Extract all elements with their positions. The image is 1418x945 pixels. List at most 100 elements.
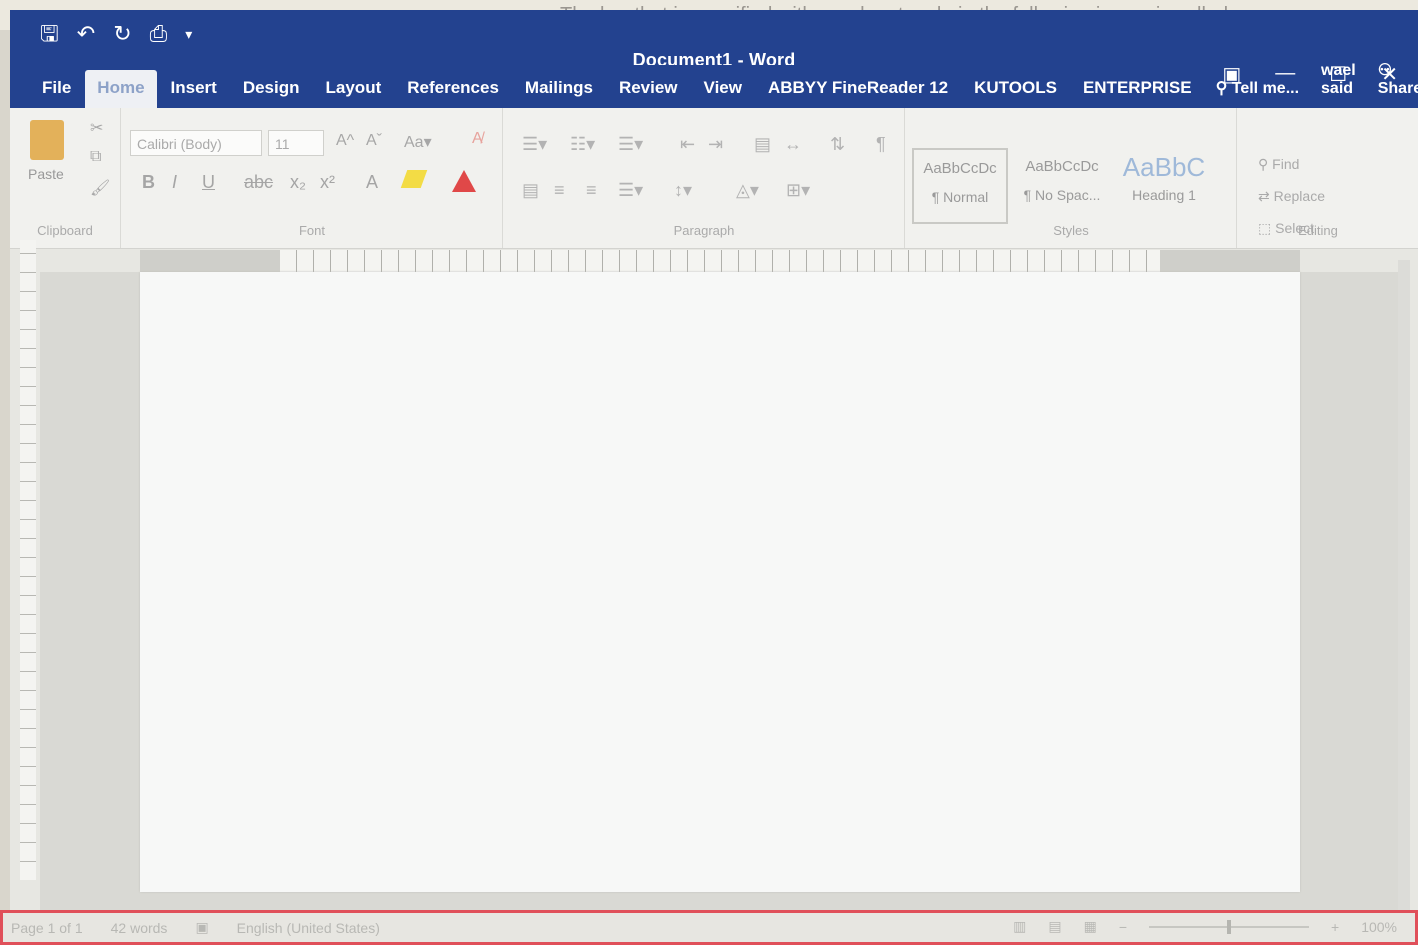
justify-icon[interactable]: ☰▾ — [618, 180, 643, 201]
document-canvas — [40, 272, 1410, 912]
highlighter-icon[interactable] — [400, 170, 428, 188]
zoom-level[interactable]: 100% — [1361, 919, 1397, 935]
ribbon-display-icon[interactable]: ▣ — [1222, 62, 1241, 87]
window-controls: ▣ — ☐ ✕ — [1222, 62, 1398, 87]
find-label: Find — [1272, 156, 1300, 172]
tab-view[interactable]: View — [692, 78, 754, 108]
cut-icon[interactable]: ✂ — [90, 118, 103, 138]
italic-icon[interactable]: I — [172, 172, 177, 193]
tab-layout[interactable]: Layout — [314, 78, 394, 108]
shading-icon[interactable]: ◬▾ — [736, 180, 759, 201]
styles-group: AaBbCcDc ¶ Normal AaBbCcDc ¶ No Spac... … — [906, 108, 1237, 248]
font-color-icon[interactable] — [452, 170, 476, 192]
find-button[interactable]: ⚲ Find — [1258, 156, 1299, 173]
tab-kutools[interactable]: KUTOOLS — [962, 78, 1069, 108]
zoom-slider[interactable] — [1149, 919, 1309, 934]
tab-insert[interactable]: Insert — [159, 78, 229, 108]
style-heading-1[interactable]: AaBbC Heading 1 — [1116, 148, 1212, 224]
horizontal-ruler[interactable] — [140, 250, 1300, 272]
status-left: Page 1 of 1 42 words ▣ English (United S… — [11, 919, 380, 936]
undo-icon[interactable]: ↶ — [77, 22, 95, 46]
style-no-spacing[interactable]: AaBbCcDc ¶ No Spac... — [1014, 148, 1110, 224]
tab-review[interactable]: Review — [607, 78, 690, 108]
customize-icon[interactable]: ▾ — [185, 22, 192, 46]
multilevel-list-icon[interactable]: ☰▾ — [618, 134, 643, 155]
increase-indent-icon[interactable]: ⇥ — [708, 134, 723, 155]
save-icon[interactable]: 🖫 — [40, 22, 59, 46]
tab-mailings[interactable]: Mailings — [513, 78, 605, 108]
format-painter-icon[interactable]: 🖌 — [90, 178, 110, 198]
vertical-ruler[interactable] — [20, 240, 36, 880]
web-layout-icon[interactable]: ▦ — [1084, 918, 1097, 935]
redo-icon[interactable]: ↻ — [113, 22, 131, 46]
print-layout-icon[interactable]: ▤ — [1048, 918, 1061, 935]
ruler-text-area — [280, 250, 1160, 272]
tab-design[interactable]: Design — [231, 78, 312, 108]
style-normal[interactable]: AaBbCcDc ¶ Normal — [912, 148, 1008, 224]
text-effects-icon[interactable]: A — [366, 172, 378, 193]
strikethrough-icon[interactable]: abc — [244, 172, 273, 193]
replace-icon: ⇄ — [1258, 188, 1274, 204]
tab-file[interactable]: File — [30, 78, 83, 108]
tab-home[interactable]: Home — [85, 70, 157, 108]
decrease-indent-icon[interactable]: ⇤ — [680, 134, 695, 155]
change-case-icon[interactable]: Aa▾ — [404, 132, 432, 152]
paste-label[interactable]: Paste — [28, 166, 64, 182]
word-window: 🖫 ↶ ↻ ⎙ ▾ Document1 - Word File Home Ins… — [10, 10, 1418, 945]
shrink-font-icon[interactable]: Aˇ — [366, 132, 382, 150]
font-group: Calibri (Body) 11 A^ Aˇ Aa▾ A̸ B I U abc… — [122, 108, 503, 248]
clipboard-group-label: Clipboard — [37, 223, 93, 238]
editing-group-label: Editing — [1298, 223, 1338, 238]
status-right: ▥ ▤ ▦ − + 100% — [1013, 918, 1397, 935]
style-no-spacing-name: ¶ No Spac... — [1023, 187, 1101, 203]
font-name-select[interactable]: Calibri (Body) — [130, 130, 262, 156]
clear-formatting-icon[interactable]: A̸ — [472, 130, 483, 148]
text-direction-icon[interactable]: ▤ — [754, 134, 771, 155]
paragraph-group-label: Paragraph — [673, 223, 735, 238]
tab-references[interactable]: References — [395, 78, 511, 108]
underline-icon[interactable]: U — [202, 172, 215, 193]
document-page[interactable] — [140, 272, 1300, 892]
style-normal-sample: AaBbCcDc — [923, 160, 997, 177]
close-icon[interactable]: ✕ — [1381, 62, 1398, 87]
style-normal-name: ¶ Normal — [931, 189, 989, 205]
bullets-icon[interactable]: ☰▾ — [522, 134, 547, 155]
maximize-icon[interactable]: ☐ — [1329, 62, 1347, 87]
copy-icon[interactable]: ⧉ — [90, 148, 101, 166]
search-icon: ⚲ — [1258, 156, 1273, 172]
word-count[interactable]: 42 words — [111, 920, 168, 936]
style-heading-1-name: Heading 1 — [1132, 187, 1196, 203]
sort-icon[interactable]: ⇅ — [830, 134, 845, 155]
align-right-icon[interactable]: ≡ — [586, 180, 597, 201]
proofing-icon[interactable]: ▣ — [195, 919, 208, 936]
zoom-out-icon[interactable]: − — [1119, 919, 1127, 935]
bold-icon[interactable]: B — [142, 172, 155, 193]
paste-icon[interactable] — [30, 120, 64, 160]
language-indicator[interactable]: English (United States) — [237, 920, 380, 936]
superscript-icon[interactable]: x² — [320, 172, 335, 193]
borders-icon[interactable]: ⊞▾ — [786, 180, 810, 201]
ribbon: Paste ✂ ⧉ 🖌 Clipboard Calibri (Body) 11 … — [10, 108, 1418, 249]
minimize-icon[interactable]: — — [1275, 62, 1295, 87]
subscript-icon[interactable]: x₂ — [290, 172, 306, 193]
zoom-in-icon[interactable]: + — [1331, 919, 1339, 935]
grow-font-icon[interactable]: A^ — [336, 132, 354, 150]
tab-enterprise[interactable]: ENTERPRISE — [1071, 78, 1204, 108]
style-no-spacing-sample: AaBbCcDc — [1025, 158, 1099, 175]
line-spacing-icon[interactable]: ↕▾ — [674, 180, 692, 201]
align-left-icon[interactable]: ▤ — [522, 180, 539, 201]
editing-group: ⚲ Find ⇄ Replace ⬚ Select Editing — [1238, 108, 1398, 248]
line-direction-icon[interactable]: ↔ — [784, 134, 802, 155]
numbering-icon[interactable]: ☷▾ — [570, 134, 595, 155]
print-icon[interactable]: ⎙ — [150, 22, 168, 46]
styles-group-label: Styles — [1053, 223, 1089, 238]
read-mode-icon[interactable]: ▥ — [1013, 918, 1026, 935]
show-marks-icon[interactable]: ¶ — [876, 134, 886, 155]
zoom-slider-thumb[interactable] — [1227, 919, 1231, 934]
center-icon[interactable]: ≡ — [554, 180, 565, 201]
replace-button[interactable]: ⇄ Replace — [1258, 188, 1325, 205]
vertical-scrollbar[interactable] — [1398, 260, 1410, 910]
page-count[interactable]: Page 1 of 1 — [11, 920, 83, 936]
font-size-select[interactable]: 11 — [268, 130, 324, 156]
tab-abbyy[interactable]: ABBYY FineReader 12 — [756, 78, 960, 108]
